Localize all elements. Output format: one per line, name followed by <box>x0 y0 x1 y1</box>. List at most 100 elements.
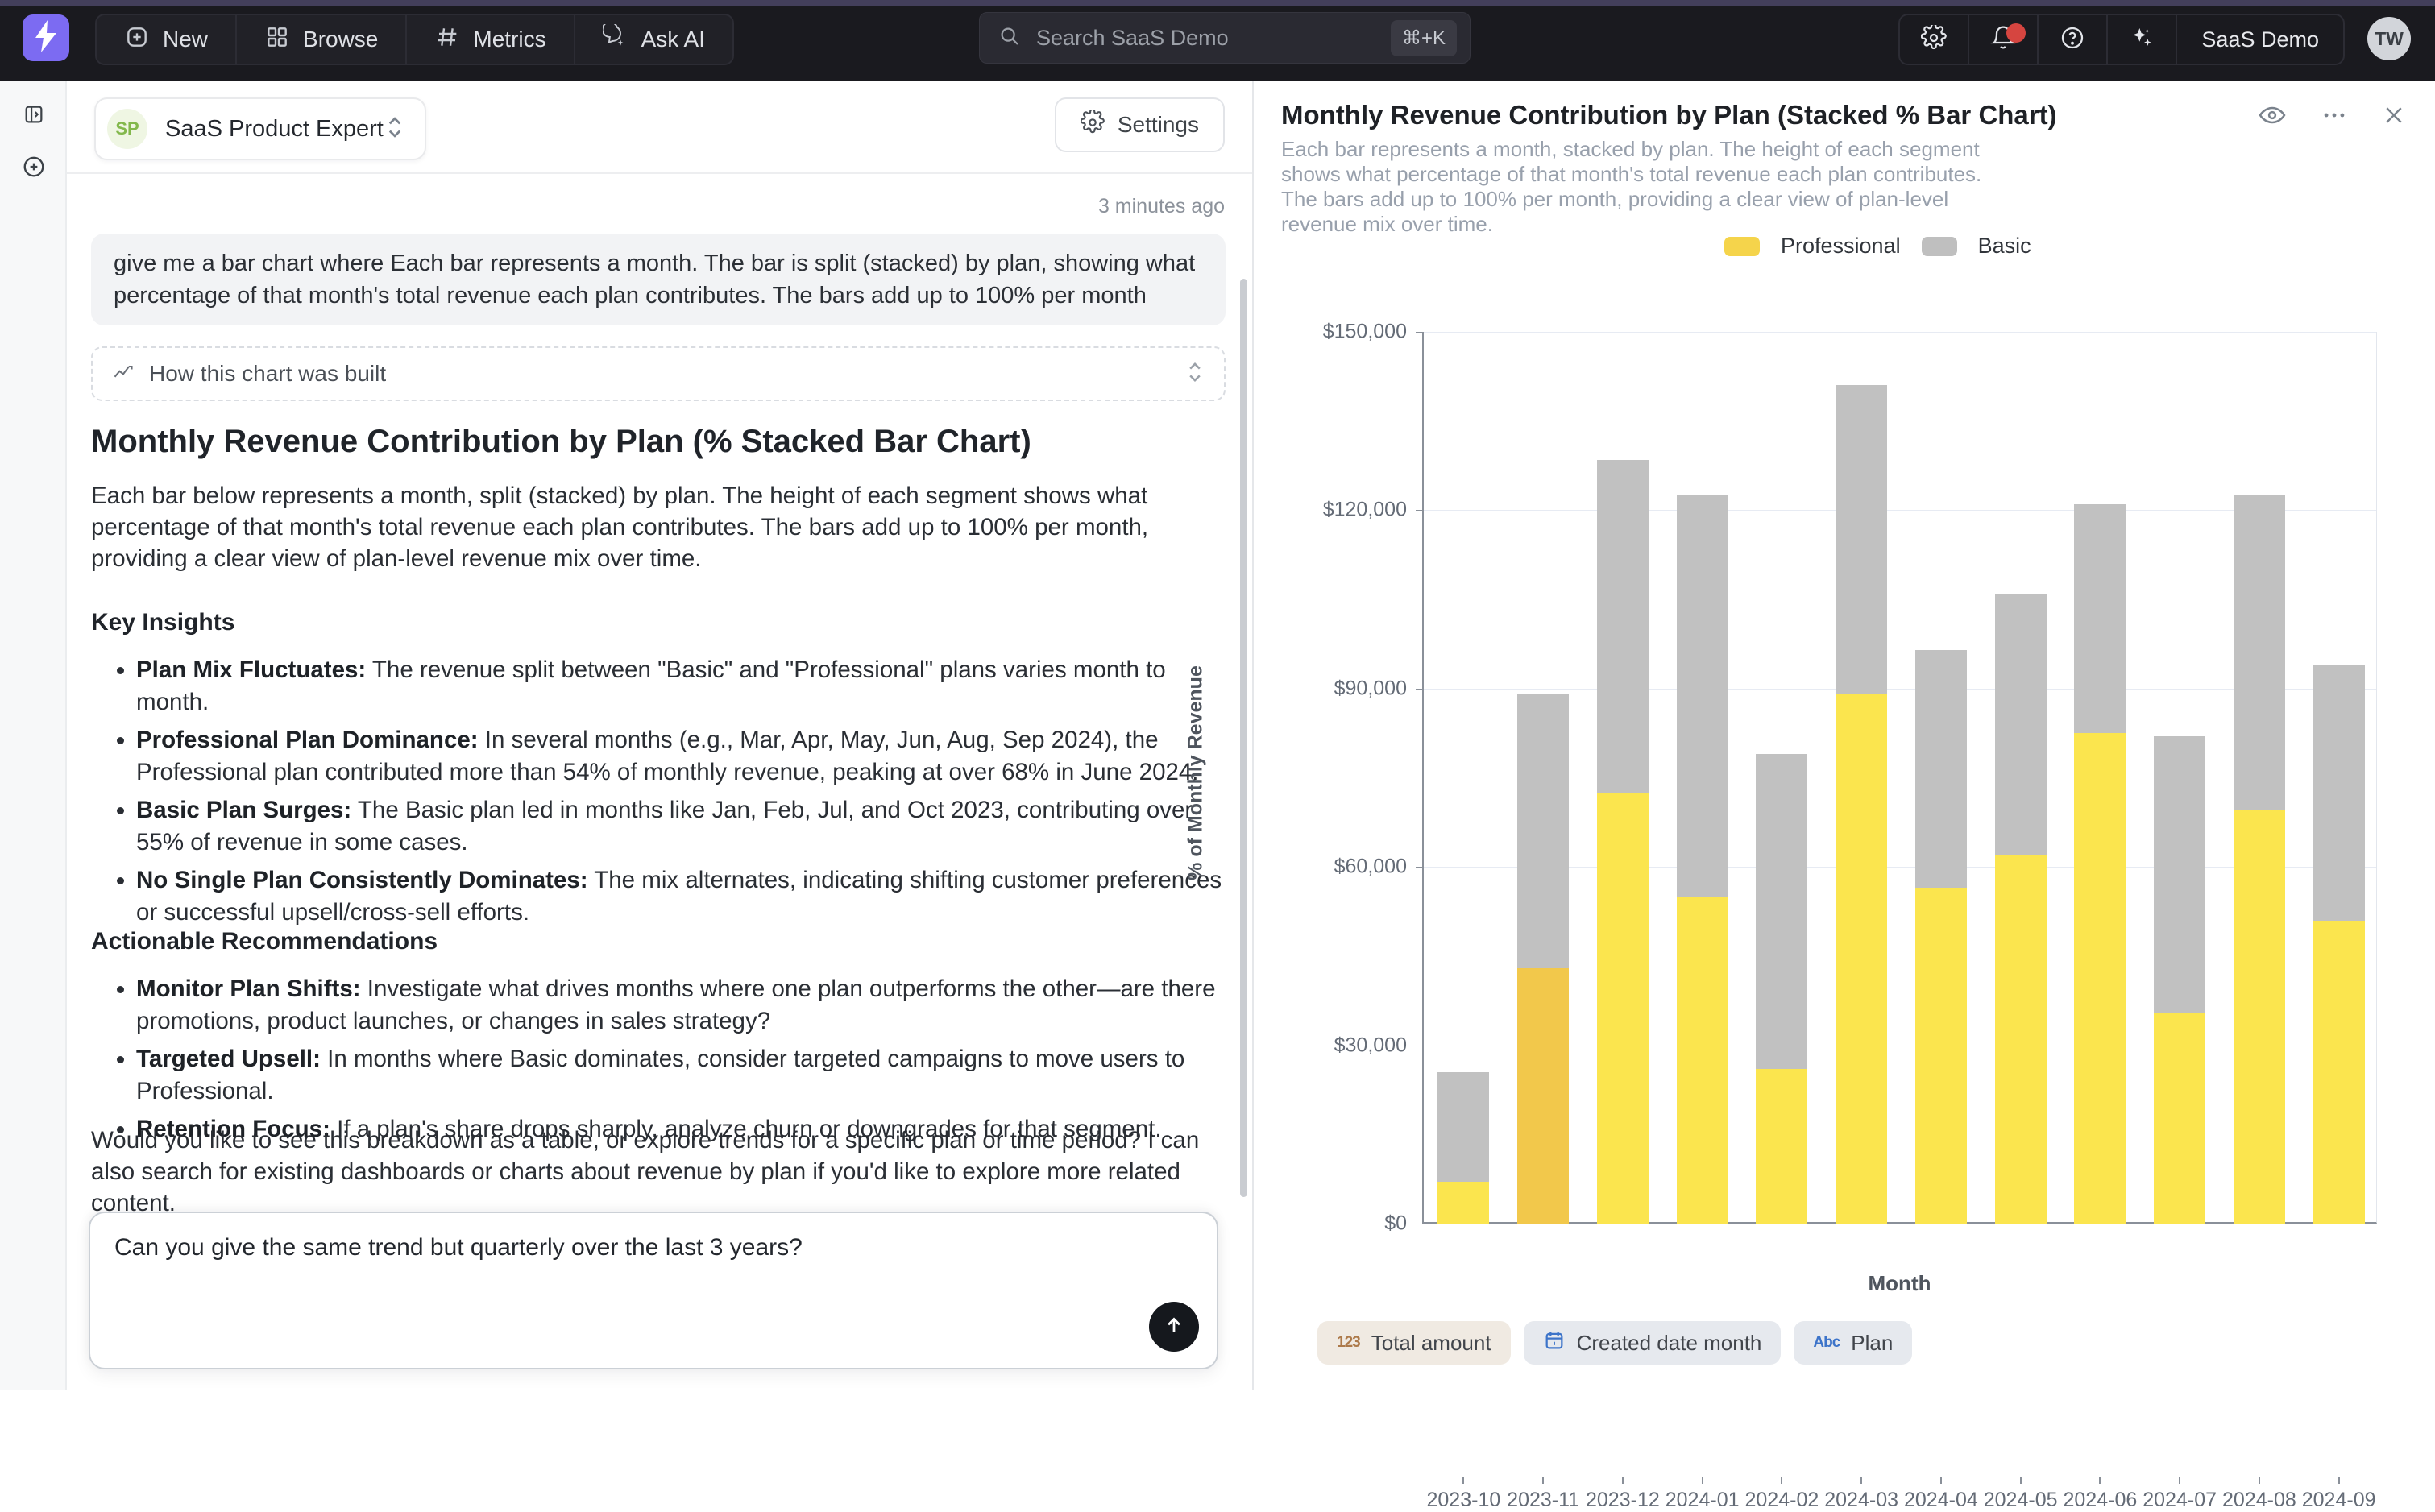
x-axis-tick <box>1940 1477 1942 1484</box>
stacked-bar-chart[interactable]: $0$30,000$60,000$90,000$120,000$150,0002… <box>1422 332 2377 1224</box>
agent-avatar: SP <box>107 109 147 149</box>
dimension-chip-plan[interactable]: Abc Plan <box>1794 1321 1912 1365</box>
ai-sparkles-button[interactable] <box>2108 15 2177 64</box>
bar-segment-professional-2023-10[interactable] <box>1437 1182 1489 1224</box>
list-item: Targeted Upsell: In months where Basic d… <box>136 1043 1226 1108</box>
metric-chip-total-amount[interactable]: 123 Total amount <box>1317 1321 1511 1365</box>
y-axis-title: % of Monthly Revenue <box>1184 628 1208 918</box>
notifications-button[interactable] <box>1969 15 2039 64</box>
topbar-right-group: SaaS Demo <box>1898 14 2345 65</box>
bar-segment-basic-2024-08[interactable] <box>2234 495 2285 810</box>
bar-segment-basic-2024-04[interactable] <box>1915 650 1967 888</box>
x-axis-tick <box>2099 1477 2101 1484</box>
bar-segment-professional-2024-03[interactable] <box>1836 694 1887 1224</box>
global-search-input[interactable]: Search SaaS Demo ⌘+K <box>979 12 1471 64</box>
agent-settings-button[interactable]: Settings <box>1055 97 1225 152</box>
chat-header: SP SaaS Product Expert Settings <box>67 81 1252 174</box>
list-item: Monitor Plan Shifts: Investigate what dr… <box>136 973 1226 1038</box>
bar-segment-professional-2023-12[interactable] <box>1597 793 1649 1224</box>
eye-icon[interactable] <box>2258 103 2287 127</box>
chart-panel-subtitle: Each bar represents a month, stacked by … <box>1281 137 2022 237</box>
nav-label: Browse <box>303 27 378 52</box>
bar-segment-basic-2024-06[interactable] <box>2074 504 2126 733</box>
legend-swatch-basic[interactable] <box>1922 237 1957 256</box>
top-navigation-bar: New Browse Metrics Ask AI <box>0 6 2435 81</box>
chat-input[interactable]: Can you give the same trend but quarterl… <box>90 1213 1217 1368</box>
bar-segment-professional-2024-02[interactable] <box>1756 1069 1807 1224</box>
bar-segment-professional-2023-11[interactable] <box>1517 968 1569 1224</box>
browse-button[interactable]: Browse <box>237 15 407 64</box>
x-axis-tick <box>1860 1477 1862 1484</box>
window-top-strip <box>0 0 2435 6</box>
y-axis-label: $120,000 <box>1323 499 1407 522</box>
list-item: Basic Plan Surges: The Basic plan led in… <box>136 794 1226 859</box>
search-placeholder: Search SaaS Demo <box>1036 26 1391 51</box>
abc-icon: Abc <box>1813 1334 1840 1352</box>
how-chart-built-toggle[interactable]: How this chart was built <box>91 346 1226 401</box>
bar-segment-basic-2024-01[interactable] <box>1677 495 1728 897</box>
agent-selector[interactable]: SP SaaS Product Expert <box>94 97 426 160</box>
help-button[interactable] <box>2039 15 2108 64</box>
y-axis-tick <box>1416 332 1424 333</box>
y-axis-label: $30,000 <box>1334 1034 1407 1057</box>
chat-scrollbar[interactable] <box>1240 279 1247 1197</box>
bar-segment-basic-2024-07[interactable] <box>2154 736 2205 1013</box>
workspace-switcher[interactable]: SaaS Demo <box>2177 15 2343 64</box>
bar-segment-professional-2024-07[interactable] <box>2154 1013 2205 1224</box>
key-insights-heading: Key Insights <box>91 609 234 636</box>
user-avatar[interactable]: TW <box>2367 17 2411 60</box>
message-timestamp: 3 minutes ago <box>1098 195 1225 218</box>
x-axis-tick <box>1622 1477 1624 1484</box>
bar-segment-professional-2024-05[interactable] <box>1995 855 2047 1224</box>
send-button[interactable] <box>1149 1302 1199 1352</box>
settings-label: Settings <box>1118 112 1199 138</box>
response-closing: Would you like to see this breakdown as … <box>91 1125 1226 1219</box>
y-axis-label: $0 <box>1384 1212 1407 1236</box>
toggle-sidebar-button[interactable] <box>23 103 45 130</box>
gridline <box>1424 332 2376 333</box>
lightning-bolt-icon <box>32 20 60 56</box>
new-button[interactable]: New <box>97 15 237 64</box>
chart-panel-actions <box>2258 103 2406 127</box>
help-icon <box>2060 25 2085 55</box>
nav-label: Ask AI <box>641 27 705 52</box>
bar-segment-professional-2024-04[interactable] <box>1915 888 1967 1224</box>
close-icon[interactable] <box>2382 103 2406 127</box>
bar-segment-professional-2024-09[interactable] <box>2313 921 2365 1224</box>
chip-label: Total amount <box>1371 1331 1491 1356</box>
y-axis-tick <box>1416 510 1424 511</box>
dimension-chip-created-date-month[interactable]: Created date month <box>1524 1321 1782 1365</box>
recommendations-heading: Actionable Recommendations <box>91 928 438 955</box>
x-axis-tick <box>2179 1477 2180 1484</box>
chip-label: Plan <box>1851 1331 1893 1356</box>
more-options-icon[interactable] <box>2321 103 2348 127</box>
response-intro: Each bar below represents a month, split… <box>91 480 1226 574</box>
bar-segment-basic-2023-11[interactable] <box>1517 694 1569 967</box>
grid-icon <box>264 24 290 56</box>
metrics-button[interactable]: Metrics <box>407 15 575 64</box>
bar-segment-professional-2024-08[interactable] <box>2234 810 2285 1224</box>
plus-circle-icon <box>22 168 46 182</box>
left-icon-rail <box>0 81 67 1390</box>
bar-segment-basic-2024-09[interactable] <box>2313 665 2365 920</box>
app-logo[interactable] <box>23 14 69 61</box>
new-thread-button[interactable] <box>22 155 46 183</box>
bar-segment-professional-2024-01[interactable] <box>1677 897 1728 1224</box>
legend-swatch-professional[interactable] <box>1724 237 1760 256</box>
bar-segment-basic-2024-02[interactable] <box>1756 754 1807 1069</box>
x-axis-tick <box>1542 1477 1544 1484</box>
bar-segment-professional-2024-06[interactable] <box>2074 733 2126 1224</box>
y-axis-tick <box>1416 867 1424 868</box>
search-icon <box>998 24 1022 52</box>
bar-segment-basic-2023-12[interactable] <box>1597 460 1649 793</box>
chevron-selector-icon <box>384 114 405 145</box>
numeric-123-icon: 123 <box>1337 1334 1360 1352</box>
panel-collapse-icon <box>23 115 45 129</box>
bar-segment-basic-2024-05[interactable] <box>1995 594 2047 855</box>
settings-gear-button[interactable] <box>1900 15 1969 64</box>
bar-segment-basic-2023-10[interactable] <box>1437 1072 1489 1183</box>
y-axis-label: $90,000 <box>1334 677 1407 700</box>
bar-segment-basic-2024-03[interactable] <box>1836 385 1887 694</box>
ask-ai-button[interactable]: Ask AI <box>575 15 732 64</box>
chat-scroll-area[interactable]: 3 minutes ago give me a bar chart where … <box>67 174 1252 1390</box>
